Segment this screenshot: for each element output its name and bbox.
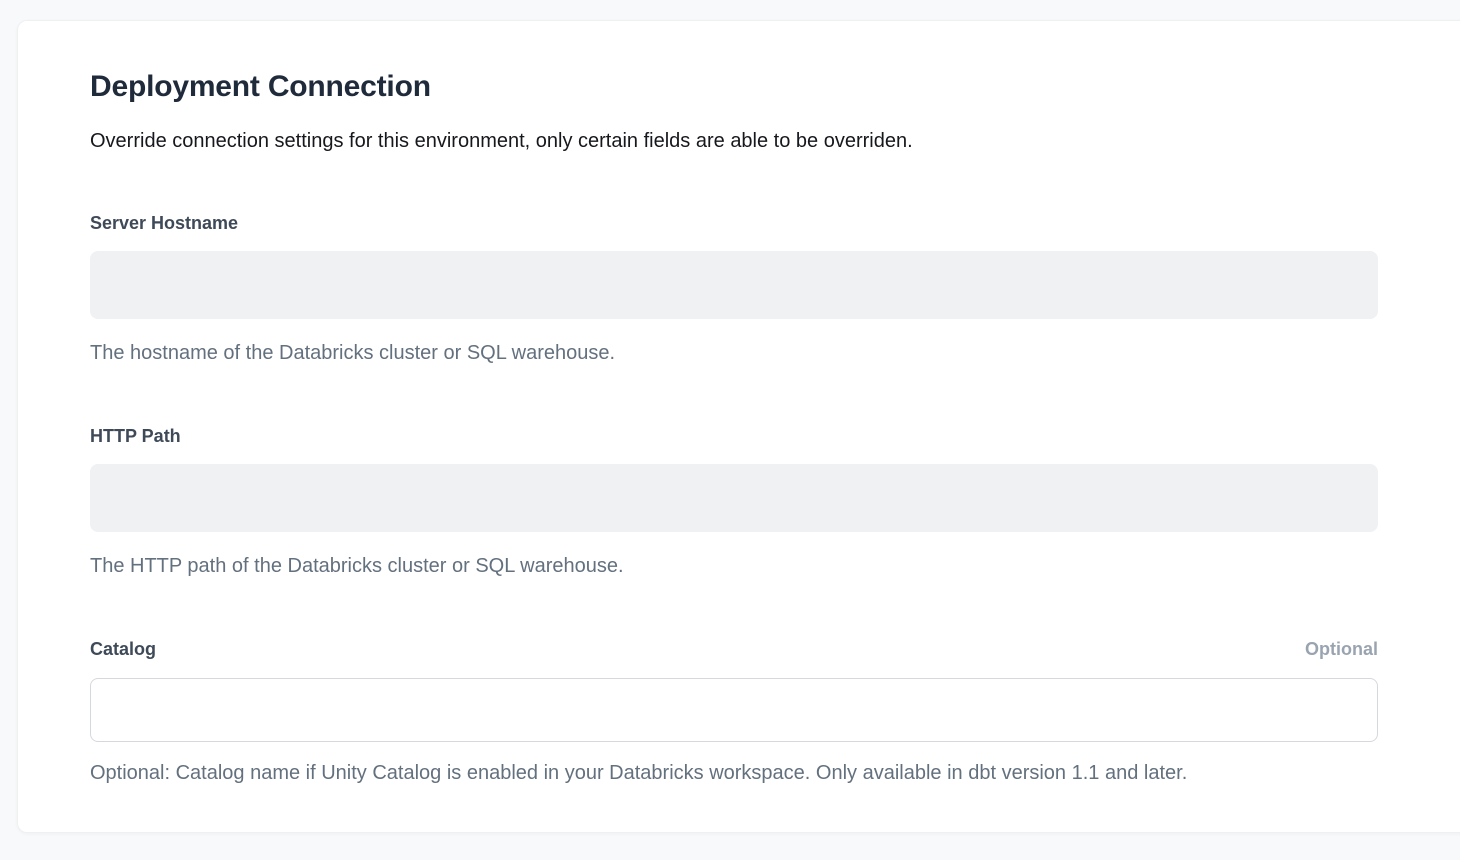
- http-path-field: HTTP Path The HTTP path of the Databrick…: [90, 425, 1378, 578]
- catalog-field: Catalog Optional Optional: Catalog name …: [90, 638, 1378, 785]
- catalog-input[interactable]: [90, 678, 1378, 742]
- http-path-input: [90, 464, 1378, 532]
- catalog-helper-text: Optional: Catalog name if Unity Catalog …: [90, 761, 1378, 785]
- catalog-optional-tag: Optional: [1305, 638, 1378, 660]
- page-subtitle: Override connection settings for this en…: [90, 128, 1378, 154]
- deployment-connection-card: Deployment Connection Override connectio…: [17, 20, 1460, 833]
- page-title: Deployment Connection: [90, 69, 1378, 105]
- http-path-label-row: HTTP Path: [90, 425, 1378, 447]
- card-content: Deployment Connection Override connectio…: [18, 21, 1378, 785]
- catalog-label-row: Catalog Optional: [90, 638, 1378, 660]
- http-path-label: HTTP Path: [90, 425, 181, 447]
- server-hostname-input: [90, 251, 1378, 319]
- page-background: { "header": { "title": "Deployment Conne…: [0, 0, 1460, 860]
- server-hostname-label: Server Hostname: [90, 212, 238, 234]
- catalog-label: Catalog: [90, 638, 156, 660]
- server-hostname-label-row: Server Hostname: [90, 212, 1378, 234]
- server-hostname-helper-text: The hostname of the Databricks cluster o…: [90, 341, 1378, 365]
- http-path-helper-text: The HTTP path of the Databricks cluster …: [90, 554, 1378, 578]
- server-hostname-field: Server Hostname The hostname of the Data…: [90, 212, 1378, 365]
